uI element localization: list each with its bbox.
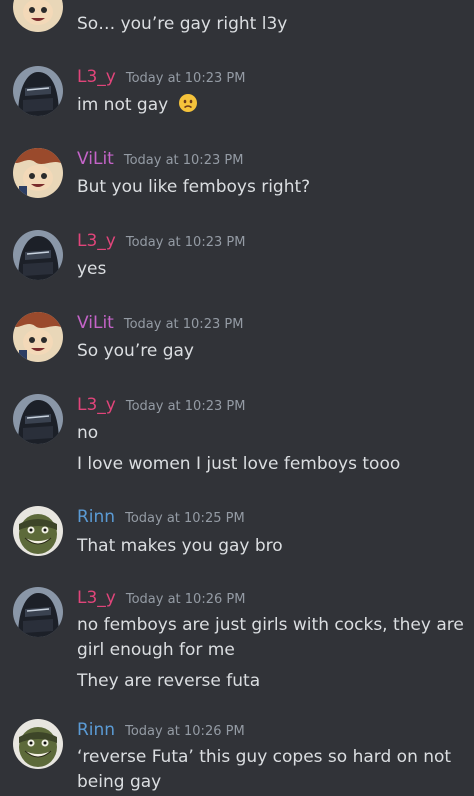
- timestamp: Today at 10:23 PM: [125, 399, 246, 414]
- username[interactable]: L3_y: [77, 588, 116, 608]
- message-text: im not gay: [77, 93, 456, 118]
- message-text: So you’re gay: [77, 341, 194, 361]
- timestamp: Today at 10:23 PM: [123, 153, 244, 168]
- username[interactable]: L3_y: [77, 67, 116, 87]
- message-header: Rinn Today at 10:26 PM: [77, 720, 245, 744]
- message-header: ViLit Today at 10:23 PM: [77, 313, 243, 337]
- message-text: being gay: [77, 772, 162, 792]
- message-text: But you like femboys right?: [77, 177, 311, 197]
- message-text: no femboys are just girls with cocks, th…: [77, 615, 464, 635]
- username[interactable]: Rinn: [77, 507, 115, 527]
- username[interactable]: Rinn: [77, 720, 115, 740]
- username[interactable]: ViLit: [77, 313, 114, 333]
- vilit-avatar[interactable]: [13, 312, 63, 362]
- message-text: They are reverse futa: [77, 671, 261, 691]
- username[interactable]: ViLit: [77, 149, 114, 169]
- message-text: I love women I just love femboys tooo: [77, 454, 401, 474]
- message-text: ‘reverse Futa’ this guy copes so hard on…: [77, 747, 452, 767]
- message-text: no: [77, 423, 99, 443]
- message-text: girl enough for me: [77, 640, 235, 660]
- username[interactable]: L3_y: [77, 231, 116, 251]
- l3y-avatar[interactable]: [13, 66, 63, 116]
- rinn-avatar[interactable]: [13, 719, 63, 769]
- message-header: L3_y Today at 10:23 PM: [77, 395, 245, 419]
- frowning-face-icon: [178, 93, 198, 113]
- username[interactable]: L3_y: [77, 395, 116, 415]
- message-header: L3_y Today at 10:26 PM: [77, 588, 245, 612]
- vilit-avatar[interactable]: [13, 0, 63, 32]
- chat-window: { "colors": { "background": "#313338", "…: [0, 0, 474, 796]
- l3y-avatar[interactable]: [13, 587, 63, 637]
- l3y-avatar[interactable]: [13, 394, 63, 444]
- l3y-avatar[interactable]: [13, 230, 63, 280]
- message-line: im not gay: [77, 95, 169, 115]
- message-text: yes: [77, 259, 107, 279]
- vilit-avatar[interactable]: [13, 148, 63, 198]
- timestamp: Today at 10:23 PM: [125, 235, 246, 250]
- timestamp: Today at 10:25 PM: [125, 511, 245, 526]
- message-header: Rinn Today at 10:25 PM: [77, 507, 245, 531]
- timestamp: Today at 10:26 PM: [125, 592, 246, 607]
- message-text: That makes you gay bro: [77, 536, 283, 556]
- rinn-avatar[interactable]: [13, 506, 63, 556]
- timestamp: Today at 10:23 PM: [123, 317, 244, 332]
- timestamp: Today at 10:26 PM: [125, 724, 245, 739]
- timestamp: Today at 10:23 PM: [125, 71, 246, 86]
- message-text: So… you’re gay right l3y: [77, 14, 288, 34]
- message-header: L3_y Today at 10:23 PM: [77, 67, 245, 91]
- message-header: L3_y Today at 10:23 PM: [77, 231, 245, 255]
- message-header: ViLit Today at 10:23 PM: [77, 149, 243, 173]
